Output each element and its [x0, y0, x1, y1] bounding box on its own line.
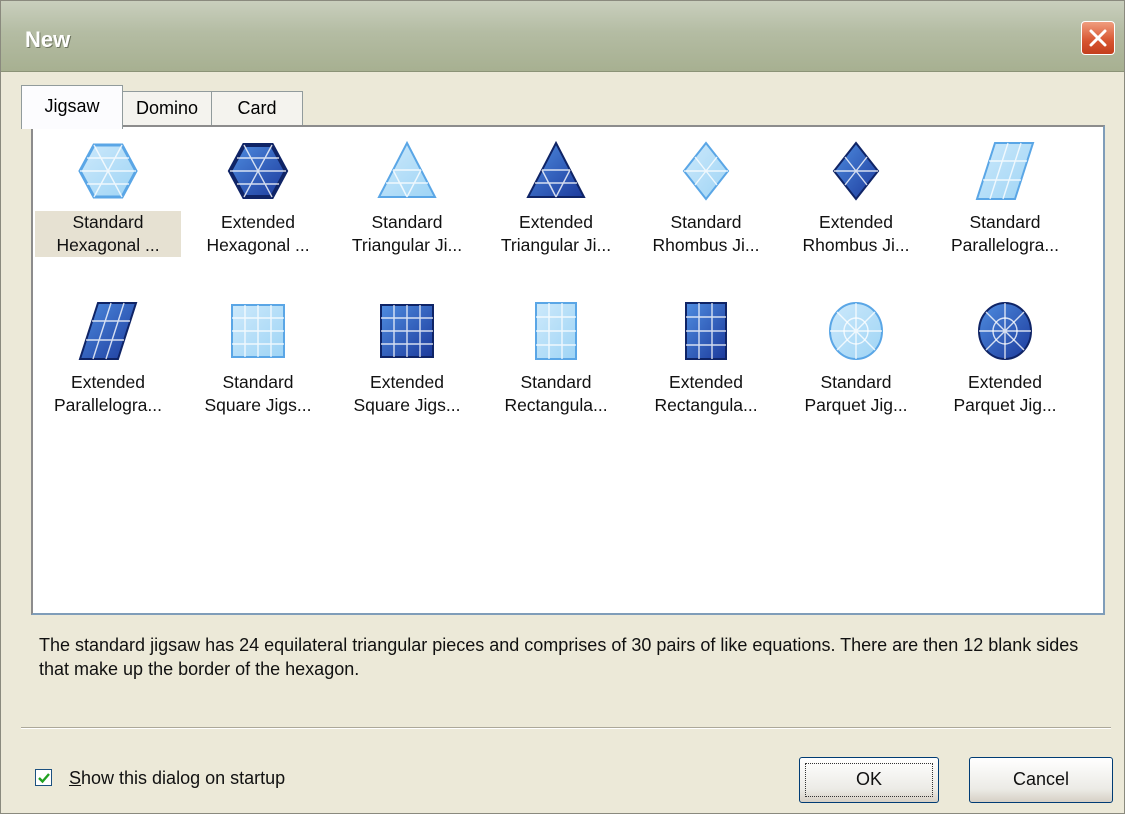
tab-card[interactable]: Card [211, 91, 303, 125]
close-button[interactable] [1081, 21, 1115, 55]
hexagon-icon [78, 143, 138, 199]
new-dialog: New Jigsaw Domino Card Standard Hexagona… [0, 0, 1125, 814]
jigsaw-item-label-line2: Parquet Jig... [804, 395, 908, 415]
jigsaw-item-label-line1: Extended [71, 372, 145, 392]
separator [21, 727, 1111, 729]
jigsaw-item-label-line1: Standard [222, 372, 294, 392]
jigsaw-item-label: Extended Rhombus Ji... [783, 211, 929, 257]
jigsaw-item-label-line2: Hexagonal ... [56, 235, 160, 255]
checkmark-icon [38, 773, 50, 784]
cancel-button[interactable]: Cancel [969, 757, 1113, 803]
jigsaw-item-label: Extended Square Jigs... [334, 371, 480, 417]
jigsaw-item-label-line1: Standard [520, 372, 592, 392]
jigsaw-item-label: Standard Rectangula... [483, 371, 629, 417]
window-title: New [25, 27, 71, 52]
parquet-icon [829, 302, 883, 360]
jigsaw-item-label-line1: Standard [72, 212, 144, 232]
jigsaw-item[interactable]: Standard Square Jigs... [185, 293, 331, 433]
jigsaw-item-label-line1: Extended [669, 372, 743, 392]
rhombus-icon [682, 141, 730, 201]
parquet-dark-icon [978, 302, 1032, 360]
jigsaw-item[interactable]: Extended Rectangula... [633, 293, 779, 433]
square-dark-icon [380, 304, 434, 358]
triangle-icon [377, 140, 437, 198]
jigsaw-item-label: Extended Parquet Jig... [932, 371, 1078, 417]
jigsaw-item-label: Extended Parallelogra... [35, 371, 181, 417]
jigsaw-item-label-line2: Rhombus Ji... [802, 235, 910, 255]
triangle-dark-icon [526, 140, 586, 198]
tab-domino[interactable]: Domino [121, 91, 213, 125]
jigsaw-item-label-line1: Standard [969, 212, 1041, 232]
jigsaw-item-label-line2: Rectangula... [654, 395, 758, 415]
jigsaw-item-label: Standard Parquet Jig... [783, 371, 929, 417]
jigsaw-item-label-line2: Triangular Ji... [351, 235, 463, 255]
jigsaw-item-label: Standard Parallelogra... [932, 211, 1078, 257]
jigsaw-item-label-line2: Triangular Ji... [500, 235, 612, 255]
square-icon [231, 304, 285, 358]
checkbox-box[interactable] [35, 769, 52, 786]
jigsaw-item-label-line1: Extended [370, 372, 444, 392]
title-bar[interactable]: New [1, 1, 1124, 72]
jigsaw-item-label: Standard Square Jigs... [185, 371, 331, 417]
jigsaw-item[interactable]: Standard Parquet Jig... [783, 293, 929, 433]
startup-checkbox-label: Show this dialog on startup [69, 768, 286, 788]
jigsaw-item[interactable]: Extended Parallelogra... [35, 293, 181, 433]
jigsaw-item[interactable]: Standard Triangular Ji... [334, 133, 480, 273]
rhombus-dark-icon [832, 141, 880, 201]
jigsaw-item-label-line2: Rectangula... [504, 395, 608, 415]
jigsaw-item-label: Extended Rectangula... [633, 371, 779, 417]
jigsaw-item[interactable]: Extended Hexagonal ... [185, 133, 331, 273]
jigsaw-item-label-line2: Square Jigs... [353, 395, 461, 415]
jigsaw-item-label-line2: Hexagonal ... [206, 235, 310, 255]
parallelogram-icon [975, 142, 1035, 200]
jigsaw-item[interactable]: Standard Rectangula... [483, 293, 629, 433]
jigsaw-item-label: Extended Hexagonal ... [185, 211, 331, 257]
jigsaw-item-label: Extended Triangular Ji... [483, 211, 629, 257]
jigsaw-item-label-line1: Standard [820, 372, 892, 392]
focus-rect [805, 763, 933, 797]
jigsaw-list-panel: Standard Hexagonal ... Extended Hexagona… [31, 125, 1105, 615]
jigsaw-item-label-line2: Square Jigs... [204, 395, 312, 415]
rectangle-dark-icon [685, 302, 727, 360]
description-text: The standard jigsaw has 24 equilateral t… [39, 635, 1079, 679]
jigsaw-item[interactable]: Standard Parallelogra... [932, 133, 1078, 273]
jigsaw-item-label-line1: Extended [519, 212, 593, 232]
jigsaw-item[interactable]: Extended Parquet Jig... [932, 293, 1078, 433]
jigsaw-item-label-line2: Rhombus Ji... [652, 235, 760, 255]
jigsaw-item-label-line2: Parallelogra... [951, 235, 1059, 255]
jigsaw-item-label-line2: Parquet Jig... [953, 395, 1057, 415]
jigsaw-item-label-line1: Standard [371, 212, 443, 232]
jigsaw-item[interactable]: Extended Rhombus Ji... [783, 133, 929, 273]
jigsaw-item-label: Standard Hexagonal ... [35, 211, 181, 257]
jigsaw-item[interactable]: Standard Hexagonal ... [35, 133, 181, 273]
jigsaw-item[interactable]: Extended Triangular Ji... [483, 133, 629, 273]
jigsaw-item[interactable]: Standard Rhombus Ji... [633, 133, 779, 273]
jigsaw-item-label: Standard Triangular Ji... [334, 211, 480, 257]
tab-jigsaw[interactable]: Jigsaw [21, 85, 123, 129]
jigsaw-item-label-line1: Extended [819, 212, 893, 232]
jigsaw-item[interactable]: Extended Square Jigs... [334, 293, 480, 433]
jigsaw-item-label-line1: Extended [221, 212, 295, 232]
rectangle-icon [535, 302, 577, 360]
ok-button[interactable]: OK [799, 757, 939, 803]
jigsaw-item-label-line1: Extended [968, 372, 1042, 392]
jigsaw-item-label-line1: Standard [670, 212, 742, 232]
hexagon-dark-icon [227, 143, 289, 199]
parallelogram-dark-icon [78, 302, 138, 360]
jigsaw-item-label-line2: Parallelogra... [54, 395, 162, 415]
jigsaw-item-label: Standard Rhombus Ji... [633, 211, 779, 257]
close-icon [1089, 29, 1107, 47]
